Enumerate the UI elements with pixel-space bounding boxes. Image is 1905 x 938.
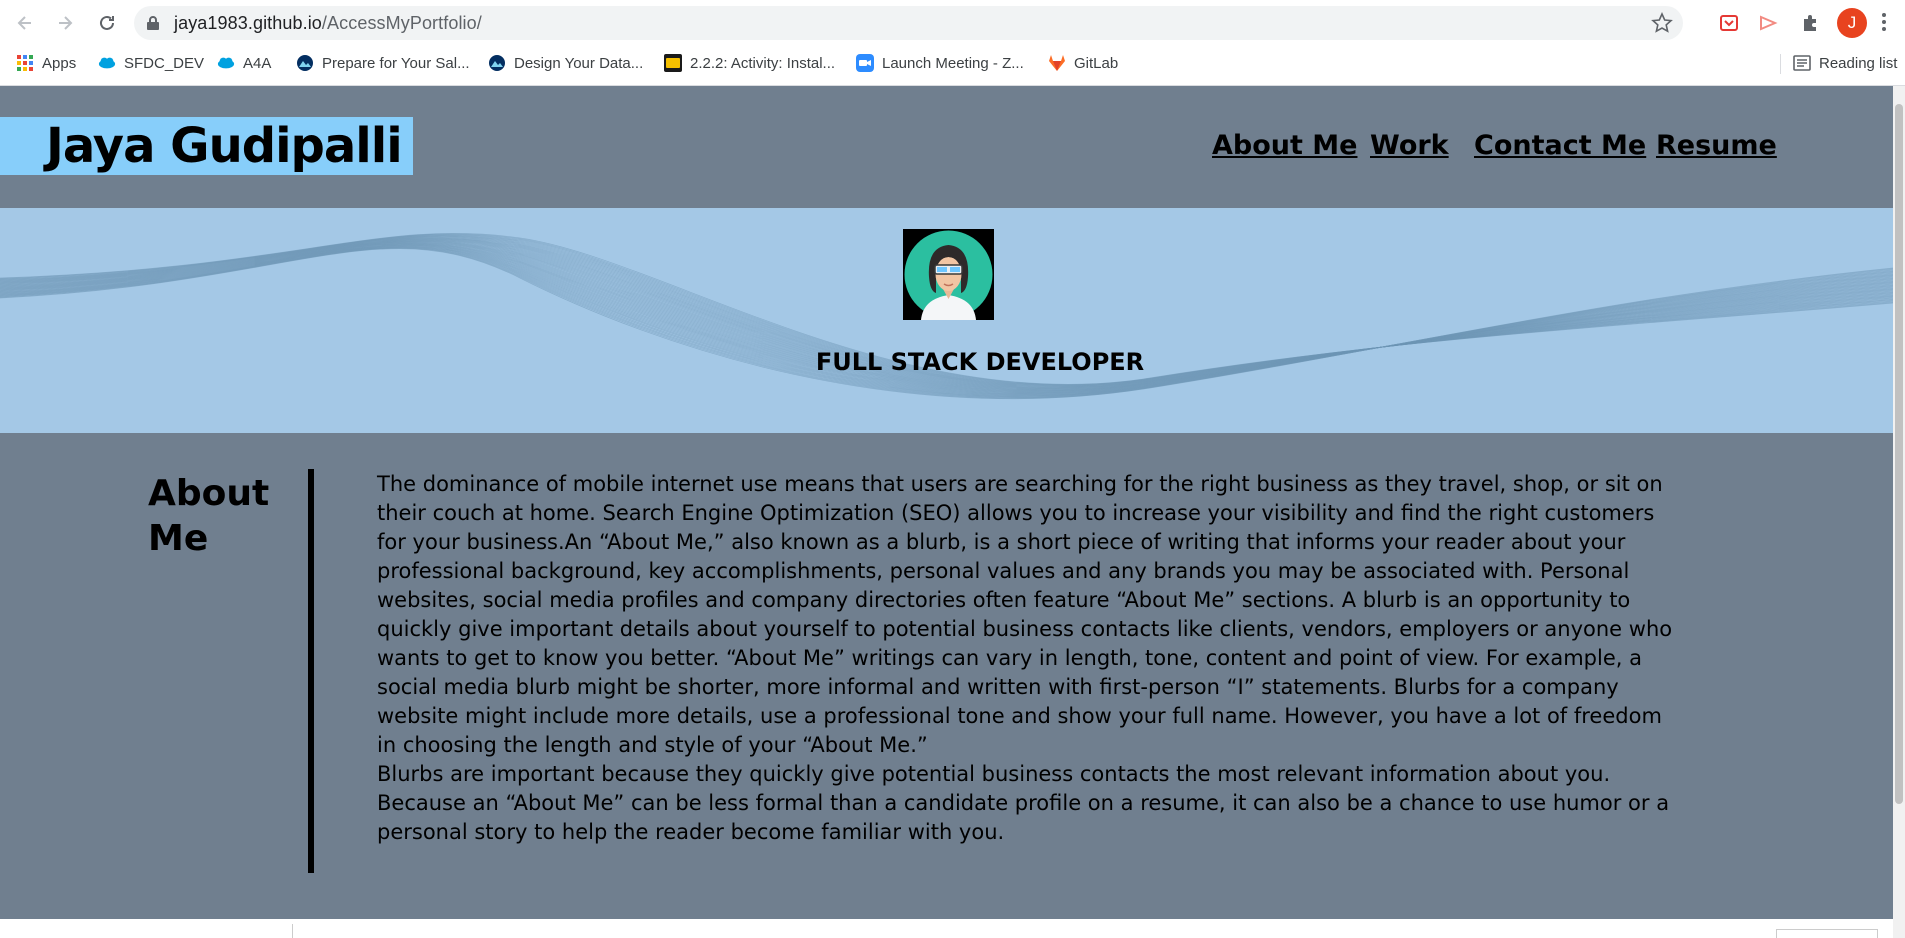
screencast-extension-icon <box>1760 15 1778 31</box>
about-paragraph: The dominance of mobile internet use mea… <box>377 472 1673 757</box>
apps-grid-icon <box>16 54 34 72</box>
nav-about-me[interactable]: About Me <box>1212 130 1357 161</box>
bookmark-a4a[interactable]: A4A <box>217 52 271 74</box>
bookmark-prepare[interactable]: Prepare for Your Sal... <box>296 52 470 74</box>
arrow-left-icon <box>17 16 31 30</box>
bookmarks-separator <box>1780 54 1781 74</box>
bookmark-design-data[interactable]: Design Your Data... <box>488 52 643 74</box>
extension-button[interactable] <box>1755 10 1781 36</box>
arrow-right-icon <box>59 16 73 30</box>
section-box-edge <box>1776 929 1878 938</box>
page-viewport: Jaya Gudipalli About Me Work Contact Me … <box>0 86 1893 938</box>
profile-avatar-button[interactable]: J <box>1837 8 1867 38</box>
back-button[interactable] <box>12 10 38 36</box>
bookmark-sfdc-dev[interactable]: SFDC_DEV <box>98 52 204 74</box>
reading-list-icon <box>1793 55 1811 71</box>
about-section: About Me The dominance of mobile interne… <box>0 433 1893 919</box>
nav-resume[interactable]: Resume <box>1656 130 1777 161</box>
nav-contact-me[interactable]: Contact Me <box>1474 130 1646 161</box>
forward-button[interactable] <box>52 10 78 36</box>
site-brand: Jaya Gudipalli <box>0 117 413 175</box>
nav-work[interactable]: Work <box>1370 130 1449 161</box>
reload-icon <box>100 15 114 30</box>
bookmark-apps[interactable]: Apps <box>16 52 76 74</box>
about-body: The dominance of mobile internet use mea… <box>377 470 1677 847</box>
url-text: jaya1983.github.io/AccessMyPortfolio/ <box>174 13 482 33</box>
about-heading: About Me <box>148 471 288 561</box>
scrollbar-thumb[interactable] <box>1895 104 1903 804</box>
trailhead-icon <box>488 54 506 72</box>
salesforce-cloud-icon <box>217 54 235 72</box>
about-heading-line1: About <box>148 473 270 514</box>
bookmark-star-icon[interactable] <box>1651 12 1673 34</box>
bookmark-activity[interactable]: 2.2.2: Activity: Instal... <box>664 52 835 74</box>
gitlab-icon <box>1048 54 1066 72</box>
reading-list-button[interactable]: Reading list <box>1793 52 1897 74</box>
zoom-icon <box>856 54 874 72</box>
salesforce-cloud-icon <box>98 54 116 72</box>
bookmarks-bar: Apps SFDC_DEV A4A Prepare for Your Sal..… <box>0 48 1905 78</box>
browser-toolbar: jaya1983.github.io/AccessMyPortfolio/ J … <box>0 0 1905 86</box>
trailhead-icon <box>296 54 314 72</box>
vertical-divider <box>308 469 314 873</box>
bookmark-zoom[interactable]: Launch Meeting - Z... <box>856 52 1024 74</box>
site-header: Jaya Gudipalli About Me Work Contact Me … <box>0 86 1893 208</box>
reload-button[interactable] <box>94 10 120 36</box>
brand-name: Jaya Gudipalli <box>46 118 403 174</box>
pocket-extension-icon <box>1720 15 1738 31</box>
page-scrollbar[interactable] <box>1893 86 1905 938</box>
developer-avatar-icon <box>903 229 994 320</box>
next-section-edge <box>0 919 1893 938</box>
extensions-menu-button[interactable] <box>1797 10 1823 36</box>
address-bar[interactable]: jaya1983.github.io/AccessMyPortfolio/ <box>134 6 1683 40</box>
about-heading-line2: Me <box>148 518 209 559</box>
lock-icon <box>147 16 159 30</box>
section-rule <box>292 924 293 938</box>
hero-title: FULL STACK DEVELOPER <box>815 348 1145 376</box>
about-paragraph: Blurbs are important because they quickl… <box>377 762 1670 844</box>
avatar <box>903 229 994 320</box>
bookmark-gitlab[interactable]: GitLab <box>1048 52 1118 74</box>
puzzle-icon <box>1804 15 1816 31</box>
hero-banner: FULL STACK DEVELOPER <box>0 208 1893 433</box>
extension-button[interactable] <box>1716 10 1742 36</box>
bootcamp-icon <box>664 54 682 72</box>
more-menu-icon[interactable] <box>1881 11 1887 33</box>
